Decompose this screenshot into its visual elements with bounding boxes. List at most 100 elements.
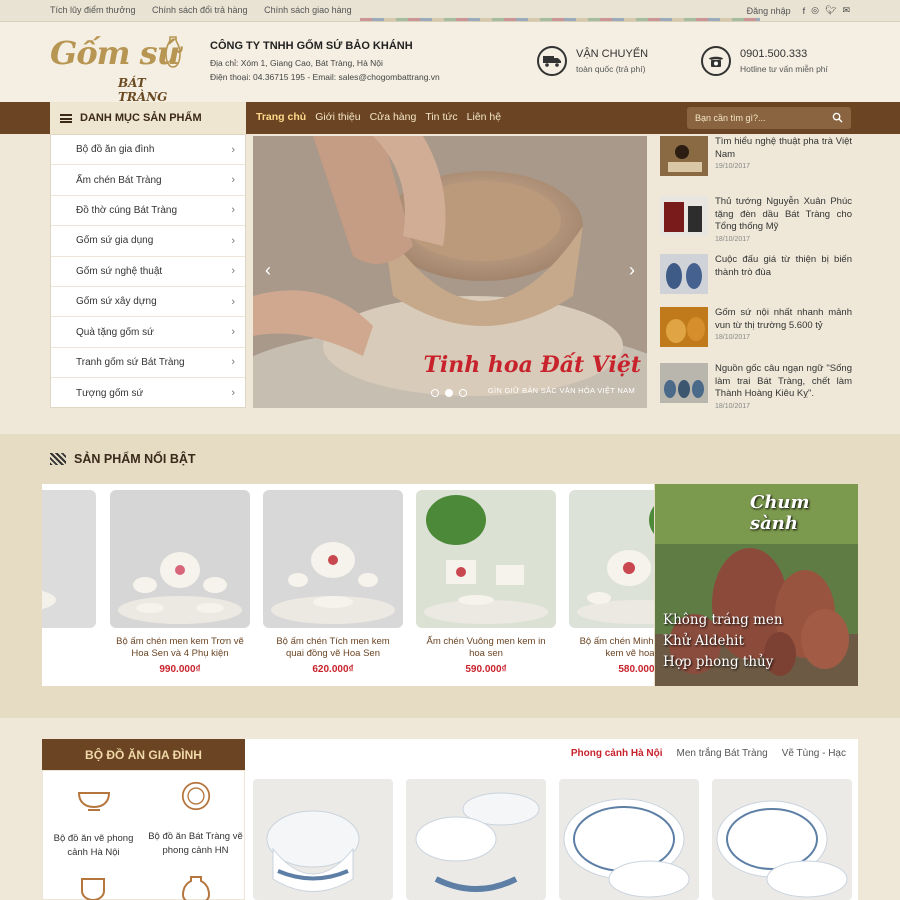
hotline-info: 0901.500.333 Hotline tư vấn miễn phí bbox=[701, 46, 828, 76]
news-title: Thủ tướng Nguyễn Xuân Phúc tặng đèn dầu … bbox=[715, 196, 852, 232]
tab-white-glaze[interactable]: Men trắng Bát Tràng bbox=[677, 748, 768, 759]
chevron-right-icon: › bbox=[231, 174, 235, 187]
nav-home[interactable]: Trang chủ bbox=[256, 111, 306, 123]
promo-line: Khử Aldehit bbox=[663, 633, 744, 649]
top-link-points[interactable]: Tích lũy điểm thưởng bbox=[50, 5, 135, 15]
family-tableware-section: BỘ ĐỒ ĂN GIA ĐÌNH Phong cảnh Hà Nội Men … bbox=[42, 739, 858, 900]
top-link-return-policy[interactable]: Chính sách đổi trả hàng bbox=[152, 5, 248, 15]
search-icon[interactable] bbox=[832, 112, 843, 123]
hero-slider[interactable]: ‹ › Tinh hoa Đất Việt GÌN GIỮ BẢN SẮC VĂ… bbox=[253, 136, 647, 408]
category-item[interactable]: Bộ đồ ăn gia đình › bbox=[51, 135, 245, 166]
facebook-icon[interactable]: f bbox=[803, 6, 806, 16]
slider-dot[interactable] bbox=[459, 389, 467, 397]
category-item[interactable]: Đồ thờ cúng Bát Tràng › bbox=[51, 196, 245, 227]
news-item[interactable]: Thủ tướng Nguyễn Xuân Phúc tặng đèn dầu … bbox=[660, 196, 852, 243]
slider-dot[interactable] bbox=[431, 389, 439, 397]
subcategory-item[interactable]: Bộ đồ ăn vẽ phong cảnh Hà Nội bbox=[43, 783, 144, 860]
nav-contact[interactable]: Liên hệ bbox=[467, 111, 501, 123]
subcategory-item[interactable]: Bộ đồ ăn Bát Tràng vẽ phong cảnh HN bbox=[145, 781, 246, 858]
slider-next-arrow[interactable]: › bbox=[629, 260, 635, 281]
chevron-right-icon: › bbox=[231, 234, 235, 247]
product-name[interactable]: Bộ ấm chén Minh Long men kem vẽ hoa sen bbox=[569, 636, 654, 660]
product-thumb[interactable] bbox=[712, 779, 852, 900]
tab-hanoi-scenery[interactable]: Phong cảnh Hà Nội bbox=[571, 748, 663, 759]
login-link[interactable]: Đăng nhập bbox=[747, 6, 791, 16]
news-thumbnail bbox=[660, 254, 708, 294]
category-label: Bộ đồ ăn gia đình bbox=[76, 144, 155, 156]
product-name[interactable]: Bộ ấm chén Tích men kem quai đồng vẽ Hoa… bbox=[263, 636, 403, 660]
decorative-stripes bbox=[360, 18, 760, 21]
site-logo[interactable]: Gốm sứ BÁT TRÀNG bbox=[48, 34, 198, 104]
category-item[interactable]: Gốm sứ xây dựng › bbox=[51, 287, 245, 318]
company-info: CÔNG TY TNHH GỐM SỨ BẢO KHÁNH Địa chỉ: X… bbox=[210, 40, 440, 84]
news-item[interactable]: Nguồn gốc câu ngạn ngữ "Sống làm trai Bá… bbox=[660, 363, 852, 410]
news-item[interactable]: Gốm sứ nội nhất nhanh mảnh vun từ thị tr… bbox=[660, 307, 852, 351]
news-date: 18/10/2017 bbox=[715, 334, 751, 341]
product-image bbox=[263, 490, 403, 628]
featured-title: SẢN PHẨM NỔI BẬT bbox=[74, 452, 196, 466]
product-thumb[interactable] bbox=[406, 779, 546, 900]
shipping-info: VẬN CHUYỂN toàn quốc (trả phí) bbox=[537, 46, 648, 76]
product-card-partial[interactable] bbox=[42, 490, 96, 628]
main-nav: DANH MỤC SẢN PHẨM Trang chủ Giới thiệu C… bbox=[0, 102, 900, 134]
top-bar: Tích lũy điểm thưởng Chính sách đổi trả … bbox=[0, 0, 900, 22]
featured-section: SẢN PHẨM NỔI BẬT Bộ ấm chén men kem Trơn… bbox=[0, 434, 900, 718]
subcategory-grid: Bộ đồ ăn vẽ phong cảnh Hà Nội Bộ đồ ăn B… bbox=[42, 770, 245, 900]
instagram-icon[interactable]: ◎ bbox=[811, 5, 819, 16]
nav-shop[interactable]: Cửa hàng bbox=[370, 111, 417, 123]
category-label: Gốm sứ xây dựng bbox=[76, 296, 157, 308]
category-item[interactable]: Tượng gốm sứ › bbox=[51, 378, 245, 408]
slider-caption: Tinh hoa Đất Việt bbox=[423, 352, 641, 378]
nav-about[interactable]: Giới thiệu bbox=[315, 111, 360, 123]
nav-links: Trang chủ Giới thiệu Cửa hàng Tin tức Li… bbox=[256, 111, 501, 123]
product-name[interactable]: Ấm chén Vuông men kem in hoa sen bbox=[416, 636, 556, 660]
email-icon[interactable]: ✉ bbox=[842, 5, 850, 16]
subcategory-item[interactable] bbox=[43, 875, 144, 900]
chevron-right-icon: › bbox=[231, 265, 235, 278]
product-thumb[interactable] bbox=[253, 779, 393, 900]
category-item[interactable]: Gốm sứ gia dụng › bbox=[51, 226, 245, 257]
section-title-tab[interactable]: BỘ ĐỒ ĂN GIA ĐÌNH bbox=[42, 739, 245, 770]
product-card[interactable]: Bộ ấm chén Minh Long men kem vẽ hoa sen … bbox=[569, 490, 654, 675]
hotline-number[interactable]: 0901.500.333 bbox=[740, 48, 828, 60]
slider-dot-active[interactable] bbox=[445, 389, 453, 397]
promo-banner[interactable]: Chum sành Không tráng men Khử Aldehit Hợ… bbox=[655, 484, 858, 686]
category-label: Gốm sứ gia dụng bbox=[76, 235, 154, 247]
nav-news[interactable]: Tin tức bbox=[425, 111, 457, 123]
category-item[interactable]: Ấm chén Bát Tràng › bbox=[51, 165, 245, 196]
category-item[interactable]: Gốm sứ nghệ thuật › bbox=[51, 257, 245, 287]
news-item[interactable]: Cuộc đấu giá từ thiện bị biến thành trò … bbox=[660, 254, 852, 298]
jar-icon bbox=[181, 876, 210, 900]
chevron-right-icon: › bbox=[231, 295, 235, 308]
top-link-shipping-policy[interactable]: Chính sách giao hàng bbox=[264, 5, 352, 15]
category-label: Gốm sứ nghệ thuật bbox=[76, 265, 163, 277]
category-item[interactable]: Tranh gốm sứ Bát Tràng › bbox=[51, 348, 245, 379]
category-menu-button[interactable]: DANH MỤC SẢN PHẨM bbox=[50, 102, 246, 134]
news-item[interactable]: Tìm hiểu nghệ thuật pha trà Việt Nam 19/1… bbox=[660, 136, 852, 180]
search-box bbox=[687, 107, 851, 129]
company-name: CÔNG TY TNHH GỐM SỨ BẢO KHÁNH bbox=[210, 40, 413, 52]
hotline-sub: Hotline tư vấn miễn phí bbox=[740, 64, 828, 74]
product-thumb[interactable] bbox=[559, 779, 699, 900]
search-input[interactable] bbox=[695, 113, 825, 123]
news-thumbnail bbox=[660, 196, 708, 236]
company-address: Địa chỉ: Xóm 1, Giang Cao, Bát Tràng, Hà… bbox=[210, 58, 383, 68]
twitter-icon[interactable]: 🐦︎ bbox=[825, 5, 836, 16]
product-card[interactable]: Ấm chén Vuông men kem in hoa sen 590.000… bbox=[416, 490, 556, 675]
shipping-title: VẬN CHUYỂN bbox=[576, 48, 649, 60]
product-card[interactable]: Bộ ấm chén Tích men kem quai đồng vẽ Hoa… bbox=[263, 490, 403, 675]
product-name[interactable]: Bộ ấm chén men kem Trơn vẽ Hoa Sen và 4 … bbox=[110, 636, 250, 660]
news-thumbnail bbox=[660, 136, 708, 176]
news-thumbnail bbox=[660, 307, 708, 347]
product-image bbox=[42, 490, 96, 628]
tab-pine-crane[interactable]: Vẽ Tùng - Hạc bbox=[782, 748, 846, 759]
product-image bbox=[110, 490, 250, 628]
category-label: Ấm chén Bát Tràng bbox=[76, 174, 162, 186]
product-card[interactable]: Bộ ấm chén men kem Trơn vẽ Hoa Sen và 4 … bbox=[110, 490, 250, 675]
slider-prev-arrow[interactable]: ‹ bbox=[265, 260, 271, 281]
slider-subcaption: GÌN GIỮ BẢN SẮC VĂN HÓA VIỆT NAM bbox=[487, 386, 635, 395]
category-label: Quà tặng gốm sứ bbox=[76, 326, 154, 338]
subcategory-item[interactable] bbox=[145, 875, 246, 900]
news-title: Gốm sứ nội nhất nhanh mảnh vun từ thị tr… bbox=[715, 307, 852, 331]
category-item[interactable]: Quà tặng gốm sứ › bbox=[51, 317, 245, 348]
